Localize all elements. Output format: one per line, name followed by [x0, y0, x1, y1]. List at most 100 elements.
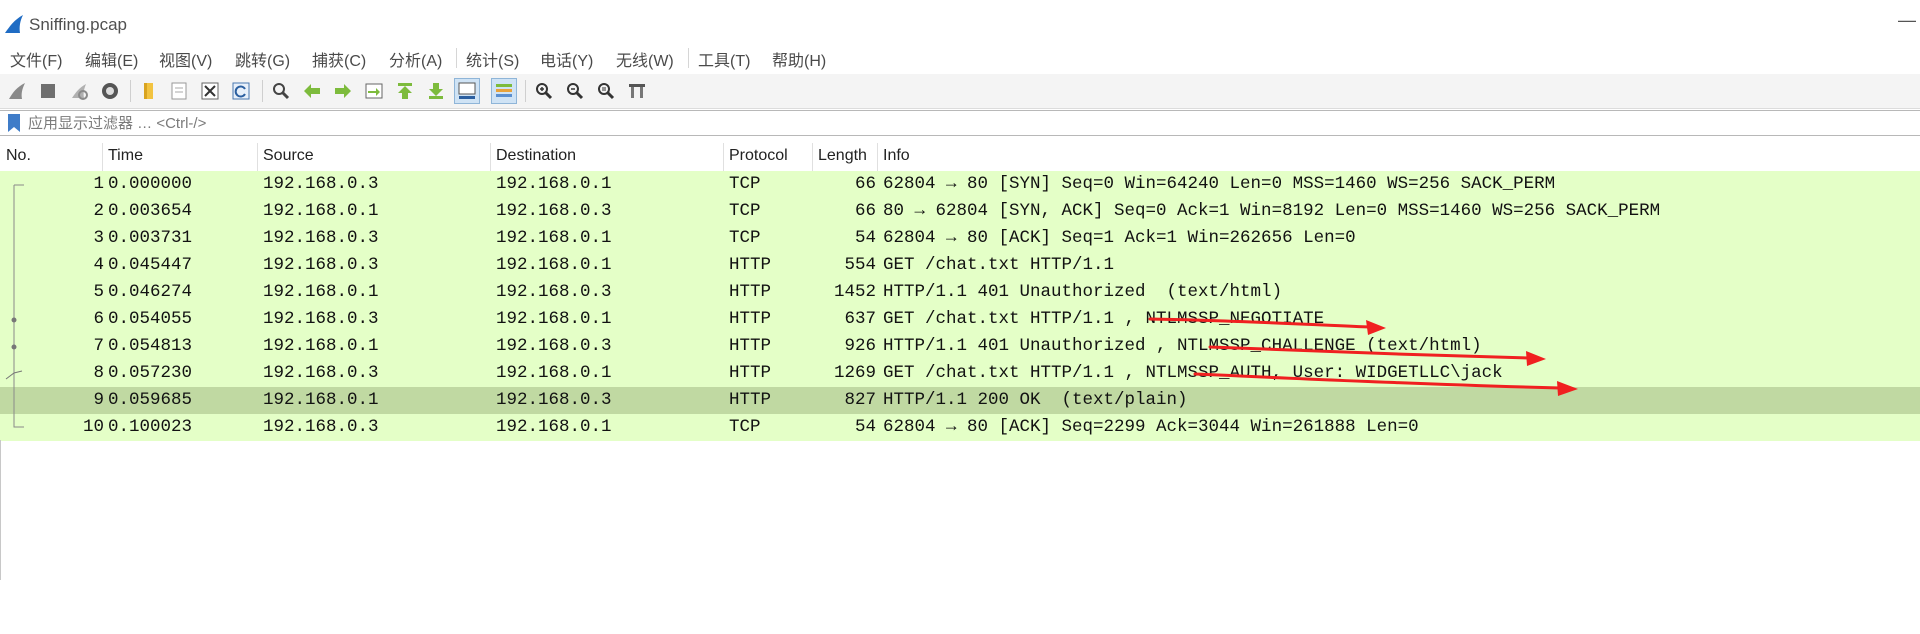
packet-list-header: No. Time Source Destination Protocol Len…	[0, 143, 1920, 172]
close-file-icon[interactable]	[197, 78, 223, 104]
menu-tools[interactable]: 工具(T)	[698, 47, 750, 71]
packet-protocol: HTTP	[729, 309, 772, 329]
column-header-info[interactable]: Info	[883, 147, 910, 165]
packet-no: 2	[93, 201, 104, 221]
packet-no: 6	[93, 309, 104, 329]
packet-destination: 192.168.0.1	[496, 255, 612, 275]
column-divider[interactable]	[723, 143, 724, 171]
menu-wireless[interactable]: 无线(W)	[616, 47, 674, 71]
menu-capture[interactable]: 捕获(C)	[312, 47, 366, 71]
column-divider[interactable]	[812, 143, 813, 171]
packet-destination: 192.168.0.1	[496, 417, 612, 437]
packet-source: 192.168.0.1	[263, 282, 379, 302]
packet-row[interactable]: 4 0.045447 192.168.0.3 192.168.0.1 HTTP …	[0, 252, 1920, 279]
packet-no: 4	[93, 255, 104, 275]
main-toolbar	[0, 74, 1920, 109]
packet-length: 1452	[833, 282, 876, 302]
conversation-bracket	[5, 184, 24, 428]
packet-length: 54	[854, 228, 876, 248]
packet-row[interactable]: 7 0.054813 192.168.0.1 192.168.0.3 HTTP …	[0, 333, 1920, 360]
packet-no: 8	[93, 363, 104, 383]
shark-fin-start-icon[interactable]	[4, 78, 30, 104]
packet-length: 54	[854, 417, 876, 437]
packet-destination: 192.168.0.3	[496, 336, 612, 356]
packet-length: 1269	[833, 363, 876, 383]
packet-time: 0.045447	[108, 255, 193, 275]
column-divider[interactable]	[257, 143, 258, 171]
packet-no: 7	[93, 336, 104, 356]
column-header-destination[interactable]: Destination	[496, 147, 576, 165]
go-to-packet-icon[interactable]	[361, 78, 387, 104]
packet-info: GET /chat.txt HTTP/1.1	[883, 255, 1115, 275]
packet-row[interactable]: 6 0.054055 192.168.0.3 192.168.0.1 HTTP …	[0, 306, 1920, 333]
column-header-no[interactable]: No.	[6, 147, 31, 165]
packet-destination: 192.168.0.1	[496, 363, 612, 383]
packet-source: 192.168.0.3	[263, 228, 379, 248]
restart-icon[interactable]	[66, 78, 92, 104]
column-divider[interactable]	[490, 143, 491, 171]
packet-protocol: TCP	[729, 174, 761, 194]
title-bar: Sniffing.pcap —	[0, 0, 1920, 44]
wireshark-fin-icon	[5, 15, 23, 33]
zoom-normal-icon[interactable]	[593, 78, 619, 104]
go-first-icon[interactable]	[392, 78, 418, 104]
packet-protocol: TCP	[729, 417, 761, 437]
menu-edit[interactable]: 编辑(E)	[85, 47, 138, 71]
column-header-time[interactable]: Time	[108, 147, 143, 165]
column-header-length[interactable]: Length	[818, 147, 867, 165]
reload-icon[interactable]	[228, 78, 254, 104]
open-file-icon[interactable]	[135, 78, 161, 104]
packet-time: 0.054055	[108, 309, 193, 329]
packet-row[interactable]: 2 0.003654 192.168.0.1 192.168.0.3 TCP 6…	[0, 198, 1920, 225]
go-back-icon[interactable]	[299, 78, 325, 104]
packet-protocol: HTTP	[729, 336, 772, 356]
packet-info: 62804 → 80 [ACK] Seq=1 Ack=1 Win=262656 …	[883, 228, 1356, 248]
go-forward-icon[interactable]	[330, 78, 356, 104]
packet-destination: 192.168.0.1	[496, 309, 612, 329]
packet-no: 1	[93, 174, 104, 194]
packet-row-selected[interactable]: 9 0.059685 192.168.0.1 192.168.0.3 HTTP …	[0, 387, 1920, 414]
packet-info: HTTP/1.1 401 Unauthorized , NTLMSSP_CHAL…	[883, 336, 1482, 356]
packet-row[interactable]: 8 0.057230 192.168.0.3 192.168.0.1 HTTP …	[0, 360, 1920, 387]
menu-go[interactable]: 跳转(G)	[235, 47, 290, 71]
menu-analyze[interactable]: 分析(A)	[389, 47, 442, 71]
packet-source: 192.168.0.1	[263, 390, 379, 410]
auto-scroll-icon[interactable]	[454, 78, 480, 104]
resize-columns-icon[interactable]	[624, 78, 650, 104]
zoom-out-icon[interactable]	[562, 78, 588, 104]
packet-destination: 192.168.0.3	[496, 282, 612, 302]
column-divider[interactable]	[102, 143, 103, 171]
packet-time: 0.100023	[108, 417, 193, 437]
column-divider[interactable]	[877, 143, 878, 171]
packet-row[interactable]: 5 0.046274 192.168.0.1 192.168.0.3 HTTP …	[0, 279, 1920, 306]
find-packet-icon[interactable]	[268, 78, 294, 104]
toolbar-separator	[262, 80, 263, 102]
column-header-protocol[interactable]: Protocol	[729, 147, 788, 165]
menu-statistics[interactable]: 统计(S)	[466, 47, 519, 71]
packet-row[interactable]: 10 0.100023 192.168.0.3 192.168.0.1 TCP …	[0, 414, 1920, 441]
packet-row[interactable]: 1 0.000000 192.168.0.3 192.168.0.1 TCP 6…	[0, 171, 1920, 198]
packet-destination: 192.168.0.3	[496, 201, 612, 221]
zoom-in-icon[interactable]	[531, 78, 557, 104]
packet-no: 5	[93, 282, 104, 302]
packet-destination: 192.168.0.1	[496, 228, 612, 248]
packet-row[interactable]: 3 0.003731 192.168.0.3 192.168.0.1 TCP 5…	[0, 225, 1920, 252]
packet-protocol: HTTP	[729, 363, 772, 383]
menu-help[interactable]: 帮助(H)	[772, 47, 826, 71]
display-filter-input[interactable]	[28, 111, 1908, 135]
stop-icon[interactable]	[35, 78, 61, 104]
packet-protocol: HTTP	[729, 255, 772, 275]
save-file-icon[interactable]	[166, 78, 192, 104]
capture-options-icon[interactable]	[97, 78, 123, 104]
packet-protocol: HTTP	[729, 390, 772, 410]
menu-file[interactable]: 文件(F)	[10, 47, 62, 71]
menu-view[interactable]: 视图(V)	[159, 47, 212, 71]
column-header-source[interactable]: Source	[263, 147, 314, 165]
packet-length: 554	[844, 255, 876, 275]
colorize-icon[interactable]	[491, 78, 517, 104]
menu-telephony[interactable]: 电话(Y)	[540, 47, 593, 71]
go-last-icon[interactable]	[423, 78, 449, 104]
packet-info: HTTP/1.1 401 Unauthorized (text/html)	[883, 282, 1283, 302]
filter-bookmark-icon[interactable]	[6, 114, 22, 132]
minimize-button[interactable]: —	[1898, 10, 1916, 31]
